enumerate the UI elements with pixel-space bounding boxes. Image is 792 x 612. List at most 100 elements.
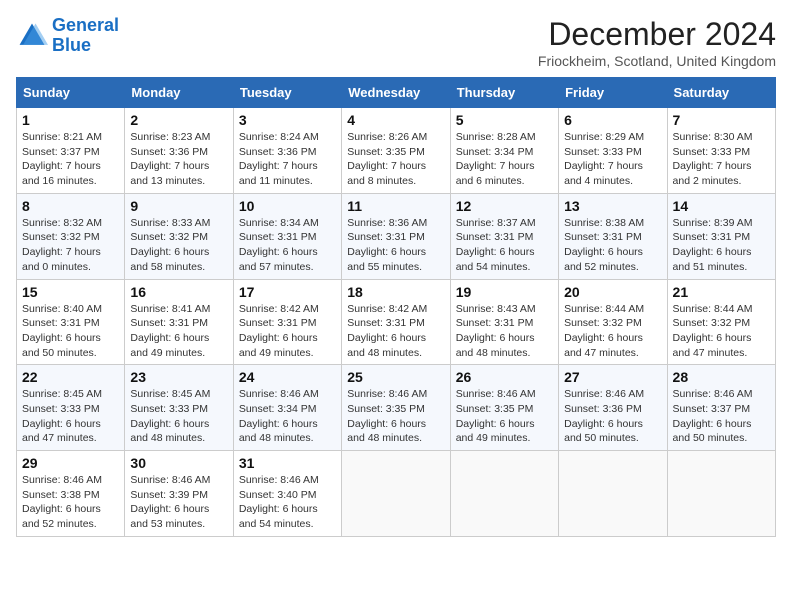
- day-number: 12: [456, 198, 553, 214]
- day-number: 6: [564, 112, 661, 128]
- day-number: 23: [130, 369, 227, 385]
- cell-info: Sunrise: 8:46 AM Sunset: 3:38 PM Dayligh…: [22, 473, 119, 532]
- cell-info: Sunrise: 8:29 AM Sunset: 3:33 PM Dayligh…: [564, 130, 661, 189]
- day-number: 9: [130, 198, 227, 214]
- calendar-cell: [667, 451, 775, 537]
- calendar-cell: 26 Sunrise: 8:46 AM Sunset: 3:35 PM Dayl…: [450, 365, 558, 451]
- cell-info: Sunrise: 8:21 AM Sunset: 3:37 PM Dayligh…: [22, 130, 119, 189]
- cell-info: Sunrise: 8:42 AM Sunset: 3:31 PM Dayligh…: [239, 302, 336, 361]
- calendar-cell: 24 Sunrise: 8:46 AM Sunset: 3:34 PM Dayl…: [233, 365, 341, 451]
- cell-info: Sunrise: 8:46 AM Sunset: 3:40 PM Dayligh…: [239, 473, 336, 532]
- calendar-cell: 23 Sunrise: 8:45 AM Sunset: 3:33 PM Dayl…: [125, 365, 233, 451]
- cell-info: Sunrise: 8:40 AM Sunset: 3:31 PM Dayligh…: [22, 302, 119, 361]
- cell-info: Sunrise: 8:28 AM Sunset: 3:34 PM Dayligh…: [456, 130, 553, 189]
- calendar-cell: 7 Sunrise: 8:30 AM Sunset: 3:33 PM Dayli…: [667, 108, 775, 194]
- calendar-cell: 11 Sunrise: 8:36 AM Sunset: 3:31 PM Dayl…: [342, 193, 450, 279]
- day-number: 25: [347, 369, 444, 385]
- day-number: 4: [347, 112, 444, 128]
- calendar-cell: 2 Sunrise: 8:23 AM Sunset: 3:36 PM Dayli…: [125, 108, 233, 194]
- calendar-cell: 12 Sunrise: 8:37 AM Sunset: 3:31 PM Dayl…: [450, 193, 558, 279]
- month-title: December 2024: [538, 16, 776, 53]
- day-number: 21: [673, 284, 770, 300]
- calendar-cell: 5 Sunrise: 8:28 AM Sunset: 3:34 PM Dayli…: [450, 108, 558, 194]
- cell-info: Sunrise: 8:24 AM Sunset: 3:36 PM Dayligh…: [239, 130, 336, 189]
- calendar-cell: 29 Sunrise: 8:46 AM Sunset: 3:38 PM Dayl…: [17, 451, 125, 537]
- day-number: 11: [347, 198, 444, 214]
- cell-info: Sunrise: 8:46 AM Sunset: 3:34 PM Dayligh…: [239, 387, 336, 446]
- day-number: 30: [130, 455, 227, 471]
- location-title: Friockheim, Scotland, United Kingdom: [538, 53, 776, 69]
- day-number: 1: [22, 112, 119, 128]
- cell-info: Sunrise: 8:43 AM Sunset: 3:31 PM Dayligh…: [456, 302, 553, 361]
- day-number: 31: [239, 455, 336, 471]
- cell-info: Sunrise: 8:32 AM Sunset: 3:32 PM Dayligh…: [22, 216, 119, 275]
- calendar-week-5: 29 Sunrise: 8:46 AM Sunset: 3:38 PM Dayl…: [17, 451, 776, 537]
- day-number: 24: [239, 369, 336, 385]
- calendar-cell: 10 Sunrise: 8:34 AM Sunset: 3:31 PM Dayl…: [233, 193, 341, 279]
- calendar-week-4: 22 Sunrise: 8:45 AM Sunset: 3:33 PM Dayl…: [17, 365, 776, 451]
- day-number: 20: [564, 284, 661, 300]
- day-number: 5: [456, 112, 553, 128]
- calendar-cell: 28 Sunrise: 8:46 AM Sunset: 3:37 PM Dayl…: [667, 365, 775, 451]
- calendar-cell: [450, 451, 558, 537]
- calendar-cell: 27 Sunrise: 8:46 AM Sunset: 3:36 PM Dayl…: [559, 365, 667, 451]
- day-number: 18: [347, 284, 444, 300]
- day-number: 8: [22, 198, 119, 214]
- col-sunday: Sunday: [17, 78, 125, 108]
- calendar-cell: 6 Sunrise: 8:29 AM Sunset: 3:33 PM Dayli…: [559, 108, 667, 194]
- cell-info: Sunrise: 8:46 AM Sunset: 3:35 PM Dayligh…: [456, 387, 553, 446]
- col-wednesday: Wednesday: [342, 78, 450, 108]
- calendar-body: 1 Sunrise: 8:21 AM Sunset: 3:37 PM Dayli…: [17, 108, 776, 537]
- calendar-cell: 30 Sunrise: 8:46 AM Sunset: 3:39 PM Dayl…: [125, 451, 233, 537]
- logo-line1: General: [52, 15, 119, 35]
- calendar-table: Sunday Monday Tuesday Wednesday Thursday…: [16, 77, 776, 537]
- calendar-cell: 31 Sunrise: 8:46 AM Sunset: 3:40 PM Dayl…: [233, 451, 341, 537]
- day-number: 16: [130, 284, 227, 300]
- calendar-cell: 25 Sunrise: 8:46 AM Sunset: 3:35 PM Dayl…: [342, 365, 450, 451]
- calendar-cell: 21 Sunrise: 8:44 AM Sunset: 3:32 PM Dayl…: [667, 279, 775, 365]
- col-tuesday: Tuesday: [233, 78, 341, 108]
- cell-info: Sunrise: 8:38 AM Sunset: 3:31 PM Dayligh…: [564, 216, 661, 275]
- cell-info: Sunrise: 8:41 AM Sunset: 3:31 PM Dayligh…: [130, 302, 227, 361]
- day-number: 3: [239, 112, 336, 128]
- day-number: 13: [564, 198, 661, 214]
- calendar-cell: 15 Sunrise: 8:40 AM Sunset: 3:31 PM Dayl…: [17, 279, 125, 365]
- calendar-cell: 16 Sunrise: 8:41 AM Sunset: 3:31 PM Dayl…: [125, 279, 233, 365]
- logo-text: General Blue: [52, 16, 119, 56]
- cell-info: Sunrise: 8:33 AM Sunset: 3:32 PM Dayligh…: [130, 216, 227, 275]
- cell-info: Sunrise: 8:45 AM Sunset: 3:33 PM Dayligh…: [130, 387, 227, 446]
- page-header: General Blue December 2024 Friockheim, S…: [16, 16, 776, 69]
- cell-info: Sunrise: 8:46 AM Sunset: 3:39 PM Dayligh…: [130, 473, 227, 532]
- col-saturday: Saturday: [667, 78, 775, 108]
- day-number: 19: [456, 284, 553, 300]
- cell-info: Sunrise: 8:39 AM Sunset: 3:31 PM Dayligh…: [673, 216, 770, 275]
- calendar-cell: 22 Sunrise: 8:45 AM Sunset: 3:33 PM Dayl…: [17, 365, 125, 451]
- day-number: 26: [456, 369, 553, 385]
- calendar-cell: 13 Sunrise: 8:38 AM Sunset: 3:31 PM Dayl…: [559, 193, 667, 279]
- col-friday: Friday: [559, 78, 667, 108]
- day-number: 7: [673, 112, 770, 128]
- title-area: December 2024 Friockheim, Scotland, Unit…: [538, 16, 776, 69]
- day-number: 29: [22, 455, 119, 471]
- cell-info: Sunrise: 8:26 AM Sunset: 3:35 PM Dayligh…: [347, 130, 444, 189]
- calendar-cell: 14 Sunrise: 8:39 AM Sunset: 3:31 PM Dayl…: [667, 193, 775, 279]
- calendar-cell: [342, 451, 450, 537]
- cell-info: Sunrise: 8:23 AM Sunset: 3:36 PM Dayligh…: [130, 130, 227, 189]
- col-thursday: Thursday: [450, 78, 558, 108]
- logo: General Blue: [16, 16, 119, 56]
- header-row: Sunday Monday Tuesday Wednesday Thursday…: [17, 78, 776, 108]
- cell-info: Sunrise: 8:36 AM Sunset: 3:31 PM Dayligh…: [347, 216, 444, 275]
- calendar-cell: 4 Sunrise: 8:26 AM Sunset: 3:35 PM Dayli…: [342, 108, 450, 194]
- cell-info: Sunrise: 8:45 AM Sunset: 3:33 PM Dayligh…: [22, 387, 119, 446]
- day-number: 22: [22, 369, 119, 385]
- day-number: 2: [130, 112, 227, 128]
- calendar-cell: [559, 451, 667, 537]
- logo-icon: [16, 20, 48, 52]
- calendar-cell: 1 Sunrise: 8:21 AM Sunset: 3:37 PM Dayli…: [17, 108, 125, 194]
- calendar-cell: 17 Sunrise: 8:42 AM Sunset: 3:31 PM Dayl…: [233, 279, 341, 365]
- col-monday: Monday: [125, 78, 233, 108]
- cell-info: Sunrise: 8:42 AM Sunset: 3:31 PM Dayligh…: [347, 302, 444, 361]
- calendar-cell: 19 Sunrise: 8:43 AM Sunset: 3:31 PM Dayl…: [450, 279, 558, 365]
- cell-info: Sunrise: 8:46 AM Sunset: 3:35 PM Dayligh…: [347, 387, 444, 446]
- day-number: 17: [239, 284, 336, 300]
